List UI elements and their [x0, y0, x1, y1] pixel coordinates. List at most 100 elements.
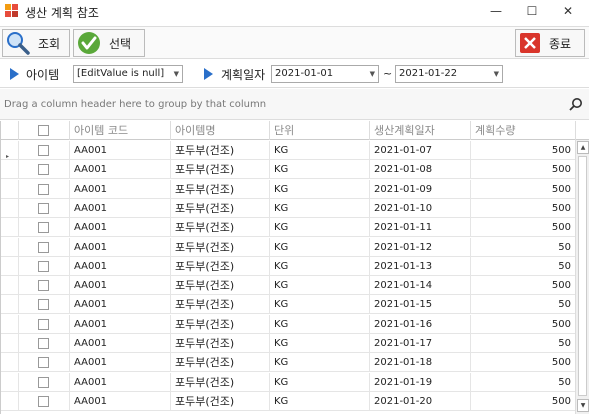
row-checkbox[interactable]	[38, 376, 49, 388]
item-combo[interactable]: [EditValue is null] ▼	[73, 65, 183, 83]
cell-qty[interactable]: 50	[471, 256, 576, 276]
table-row[interactable]: AA001 포두부(건조) KG 2021-01-20 500	[1, 391, 576, 411]
table-row[interactable]: AA001 포두부(건조) KG 2021-01-12 50	[1, 237, 576, 257]
cell-date[interactable]: 2021-01-08	[370, 160, 471, 180]
cell-date[interactable]: 2021-01-13	[370, 256, 471, 276]
cell-date[interactable]: 2021-01-09	[370, 179, 471, 199]
row-checkbox[interactable]	[38, 318, 49, 330]
scroll-up-icon[interactable]: ▲	[577, 141, 589, 154]
scroll-down-icon[interactable]: ▼	[577, 399, 589, 412]
cell-qty[interactable]: 500	[471, 391, 576, 411]
cell-code[interactable]: AA001	[70, 295, 171, 315]
table-row[interactable]: AA001 포두부(건조) KG 2021-01-15 50	[1, 295, 576, 315]
cell-qty[interactable]: 50	[471, 334, 576, 353]
cell-unit[interactable]: KG	[270, 353, 370, 373]
cell-name[interactable]: 포두부(건조)	[171, 198, 270, 218]
cell-code[interactable]: AA001	[70, 314, 171, 334]
cell-qty[interactable]: 500	[471, 353, 576, 373]
cell-unit[interactable]: KG	[270, 198, 370, 218]
table-row[interactable]: AA001 포두부(건조) KG 2021-01-10 500	[1, 198, 576, 218]
cell-qty[interactable]: 500	[471, 179, 576, 199]
cell-name[interactable]: 포두부(건조)	[171, 237, 270, 257]
search-button[interactable]: 조회	[2, 29, 70, 57]
cell-code[interactable]: AA001	[70, 334, 171, 353]
cell-code[interactable]: AA001	[70, 141, 171, 160]
row-checkbox[interactable]	[38, 222, 49, 234]
table-row[interactable]: AA001 포두부(건조) KG 2021-01-17 50	[1, 334, 576, 353]
cell-date[interactable]: 2021-01-19	[370, 372, 471, 392]
select-all-header[interactable]	[19, 121, 70, 140]
chevron-down-icon[interactable]: ▼	[370, 66, 375, 82]
row-checkbox[interactable]	[38, 260, 49, 272]
cell-checkbox[interactable]	[19, 218, 70, 238]
cell-date[interactable]: 2021-01-16	[370, 314, 471, 334]
cell-unit[interactable]: KG	[270, 314, 370, 334]
cell-name[interactable]: 포두부(건조)	[171, 295, 270, 315]
date-from-field[interactable]: 2021-01-01 ▼	[271, 65, 379, 83]
row-checkbox[interactable]	[38, 338, 49, 349]
cell-code[interactable]: AA001	[70, 372, 171, 392]
column-header-unit[interactable]: 단위	[270, 121, 370, 140]
cell-checkbox[interactable]	[19, 314, 70, 334]
row-checkbox[interactable]	[38, 299, 49, 311]
row-checkbox[interactable]	[38, 241, 49, 253]
row-checkbox[interactable]	[38, 280, 49, 292]
cell-date[interactable]: 2021-01-15	[370, 295, 471, 315]
cell-name[interactable]: 포두부(건조)	[171, 256, 270, 276]
cell-checkbox[interactable]	[19, 198, 70, 218]
cell-unit[interactable]: KG	[270, 295, 370, 315]
scrollbar-thumb[interactable]	[578, 156, 587, 396]
cell-date[interactable]: 2021-01-17	[370, 334, 471, 353]
cell-checkbox[interactable]	[19, 141, 70, 160]
cell-date[interactable]: 2021-01-14	[370, 276, 471, 296]
cell-name[interactable]: 포두부(건조)	[171, 218, 270, 238]
row-checkbox[interactable]	[38, 145, 49, 156]
vertical-scrollbar[interactable]: ▲ ▼	[575, 140, 589, 414]
cell-name[interactable]: 포두부(건조)	[171, 314, 270, 334]
cell-checkbox[interactable]	[19, 237, 70, 257]
cell-code[interactable]: AA001	[70, 218, 171, 238]
find-icon[interactable]	[569, 97, 583, 111]
column-header-qty[interactable]: 계획수량	[471, 121, 576, 140]
cell-name[interactable]: 포두부(건조)	[171, 372, 270, 392]
cell-code[interactable]: AA001	[70, 256, 171, 276]
row-checkbox[interactable]	[38, 183, 49, 195]
cell-unit[interactable]: KG	[270, 372, 370, 392]
table-row[interactable]: AA001 포두부(건조) KG 2021-01-19 50	[1, 372, 576, 392]
column-header-date[interactable]: 생산계획일자	[370, 121, 471, 140]
row-checkbox[interactable]	[38, 164, 49, 176]
select-button[interactable]: 선택	[73, 29, 145, 57]
table-row[interactable]: AA001 포두부(건조) KG 2021-01-14 500	[1, 276, 576, 296]
cell-qty[interactable]: 50	[471, 295, 576, 315]
chevron-down-icon[interactable]: ▼	[494, 66, 499, 82]
cell-checkbox[interactable]	[19, 276, 70, 296]
date-to-field[interactable]: 2021-01-22 ▼	[395, 65, 503, 83]
cell-qty[interactable]: 50	[471, 372, 576, 392]
cell-name[interactable]: 포두부(건조)	[171, 276, 270, 296]
table-row[interactable]: AA001 포두부(건조) KG 2021-01-09 500	[1, 179, 576, 199]
cell-qty[interactable]: 50	[471, 237, 576, 257]
cell-date[interactable]: 2021-01-18	[370, 353, 471, 373]
cell-qty[interactable]: 500	[471, 276, 576, 296]
table-row[interactable]: AA001 포두부(건조) KG 2021-01-11 500	[1, 218, 576, 238]
table-row[interactable]: AA001 포두부(건조) KG 2021-01-13 50	[1, 256, 576, 276]
cell-code[interactable]: AA001	[70, 391, 171, 411]
cell-date[interactable]: 2021-01-10	[370, 198, 471, 218]
row-checkbox[interactable]	[38, 202, 49, 214]
cell-checkbox[interactable]	[19, 353, 70, 373]
group-panel[interactable]: Drag a column header here to group by th…	[0, 89, 589, 120]
cell-name[interactable]: 포두부(건조)	[171, 141, 270, 160]
cell-unit[interactable]: KG	[270, 334, 370, 353]
cell-unit[interactable]: KG	[270, 218, 370, 238]
cell-qty[interactable]: 500	[471, 160, 576, 180]
cell-checkbox[interactable]	[19, 179, 70, 199]
cell-unit[interactable]: KG	[270, 256, 370, 276]
cell-qty[interactable]: 500	[471, 218, 576, 238]
cell-checkbox[interactable]	[19, 160, 70, 180]
cell-checkbox[interactable]	[19, 372, 70, 392]
cell-unit[interactable]: KG	[270, 160, 370, 180]
cell-date[interactable]: 2021-01-12	[370, 237, 471, 257]
cell-unit[interactable]: KG	[270, 391, 370, 411]
column-header-name[interactable]: 아이템명	[171, 121, 270, 140]
cell-unit[interactable]: KG	[270, 179, 370, 199]
